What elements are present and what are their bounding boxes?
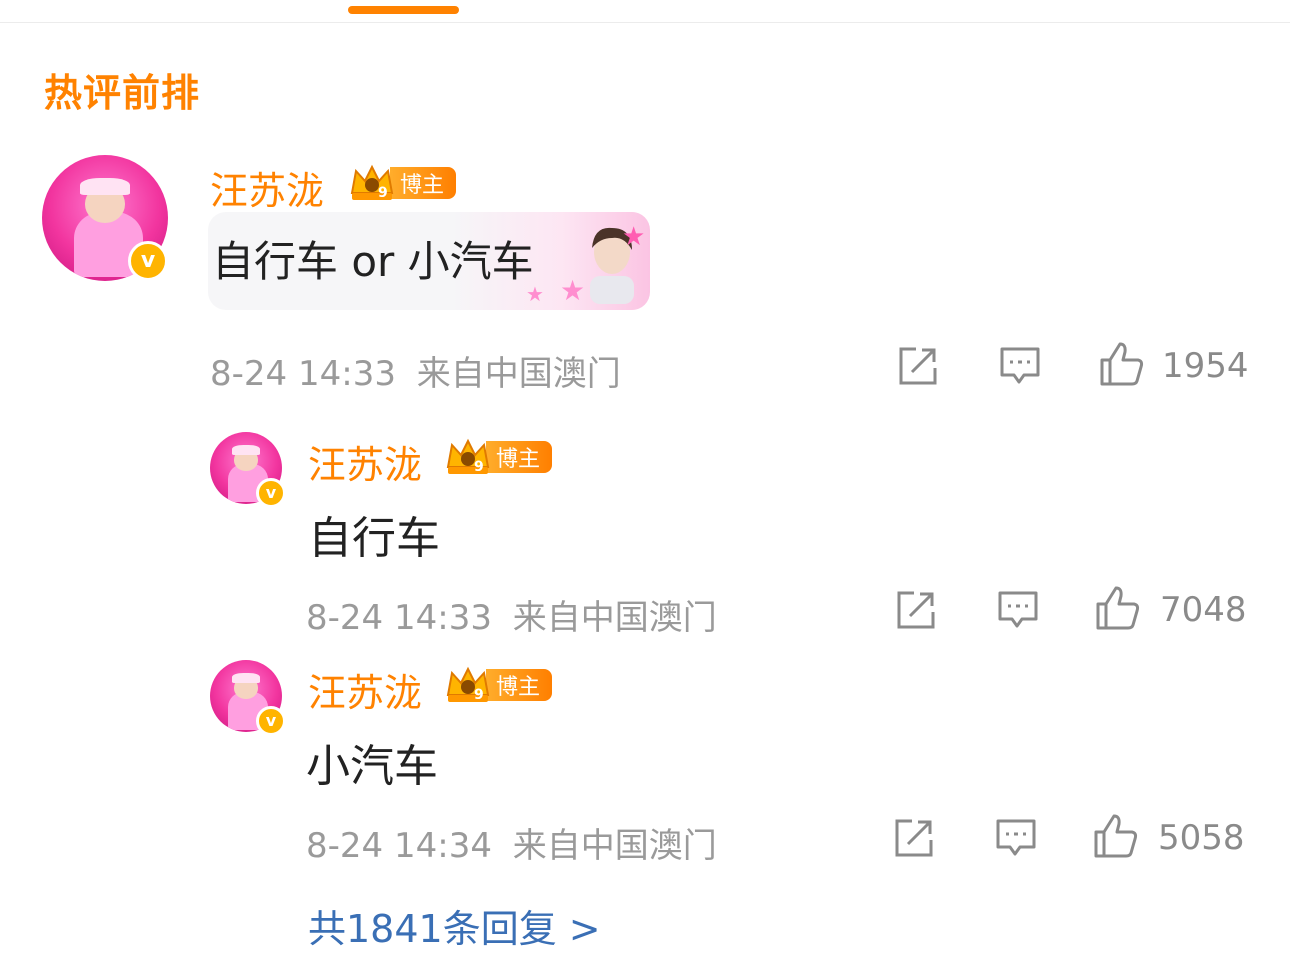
crown-icon: 9	[350, 164, 394, 201]
comment-icon[interactable]	[996, 588, 1040, 632]
star-icon: ★	[560, 274, 586, 307]
crown-icon: 9	[446, 438, 490, 475]
avatar[interactable]: v	[210, 660, 286, 736]
comment-location: 来自中国澳门	[416, 354, 621, 394]
like-count: 7048	[1160, 590, 1247, 630]
comment-timestamp: 8-24 14:33	[210, 354, 396, 394]
avatar[interactable]: v	[210, 432, 286, 508]
share-icon[interactable]	[892, 816, 936, 860]
badge-label: 博主	[390, 167, 457, 199]
crown-icon: 9	[446, 666, 490, 703]
avatar[interactable]: v	[42, 155, 168, 281]
top-divider	[0, 22, 1290, 23]
section-title: 热评前排	[44, 71, 201, 115]
comment-icon[interactable]	[994, 816, 1038, 860]
reply-time: 8-24 14:34 来自中国澳门	[306, 818, 717, 867]
like-count: 1954	[1162, 346, 1249, 386]
verified-icon: v	[256, 706, 286, 736]
reply-text: 自行车	[308, 513, 440, 564]
active-tab-indicator	[348, 6, 459, 14]
reply-username[interactable]: 汪苏泷	[308, 662, 422, 717]
badge-label: 博主	[486, 441, 553, 473]
star-icon: ★	[622, 222, 646, 252]
comment-text: 自行车 or 小汽车	[212, 237, 534, 286]
share-icon[interactable]	[896, 344, 940, 388]
reply-timestamp: 8-24 14:34	[306, 826, 492, 866]
svg-text:9: 9	[378, 185, 388, 201]
like-icon[interactable]	[1098, 340, 1146, 388]
hot-comments-page: 热评前排 v 汪苏泷 9 博主 ★ ★ ★ 自行车 or 小汽车 8-24 14…	[0, 0, 1290, 978]
badge-label: 博主	[486, 669, 553, 701]
svg-text:9: 9	[474, 459, 484, 475]
like-icon[interactable]	[1092, 812, 1140, 860]
comment-username[interactable]: 汪苏泷	[210, 160, 324, 215]
verified-icon: v	[256, 478, 286, 508]
reply-time: 8-24 14:33 来自中国澳门	[306, 590, 717, 639]
like-count: 5058	[1158, 818, 1245, 858]
blogger-badge: 9 博主	[444, 666, 553, 704]
reply-location: 来自中国澳门	[512, 598, 717, 638]
svg-text:9: 9	[474, 687, 484, 703]
blogger-badge: 9 博主	[444, 438, 553, 476]
reply-location: 来自中国澳门	[512, 826, 717, 866]
comment-icon[interactable]	[998, 344, 1042, 388]
blogger-badge: 9 博主	[348, 164, 457, 202]
reply-username[interactable]: 汪苏泷	[308, 434, 422, 489]
reply-text: 小汽车	[306, 741, 438, 792]
reply-timestamp: 8-24 14:33	[306, 598, 492, 638]
comment-time: 8-24 14:33 来自中国澳门	[210, 346, 621, 395]
like-icon[interactable]	[1094, 584, 1142, 632]
share-icon[interactable]	[894, 588, 938, 632]
more-replies-link[interactable]: 共1841条回复 >	[308, 898, 601, 953]
verified-icon: v	[128, 241, 168, 281]
